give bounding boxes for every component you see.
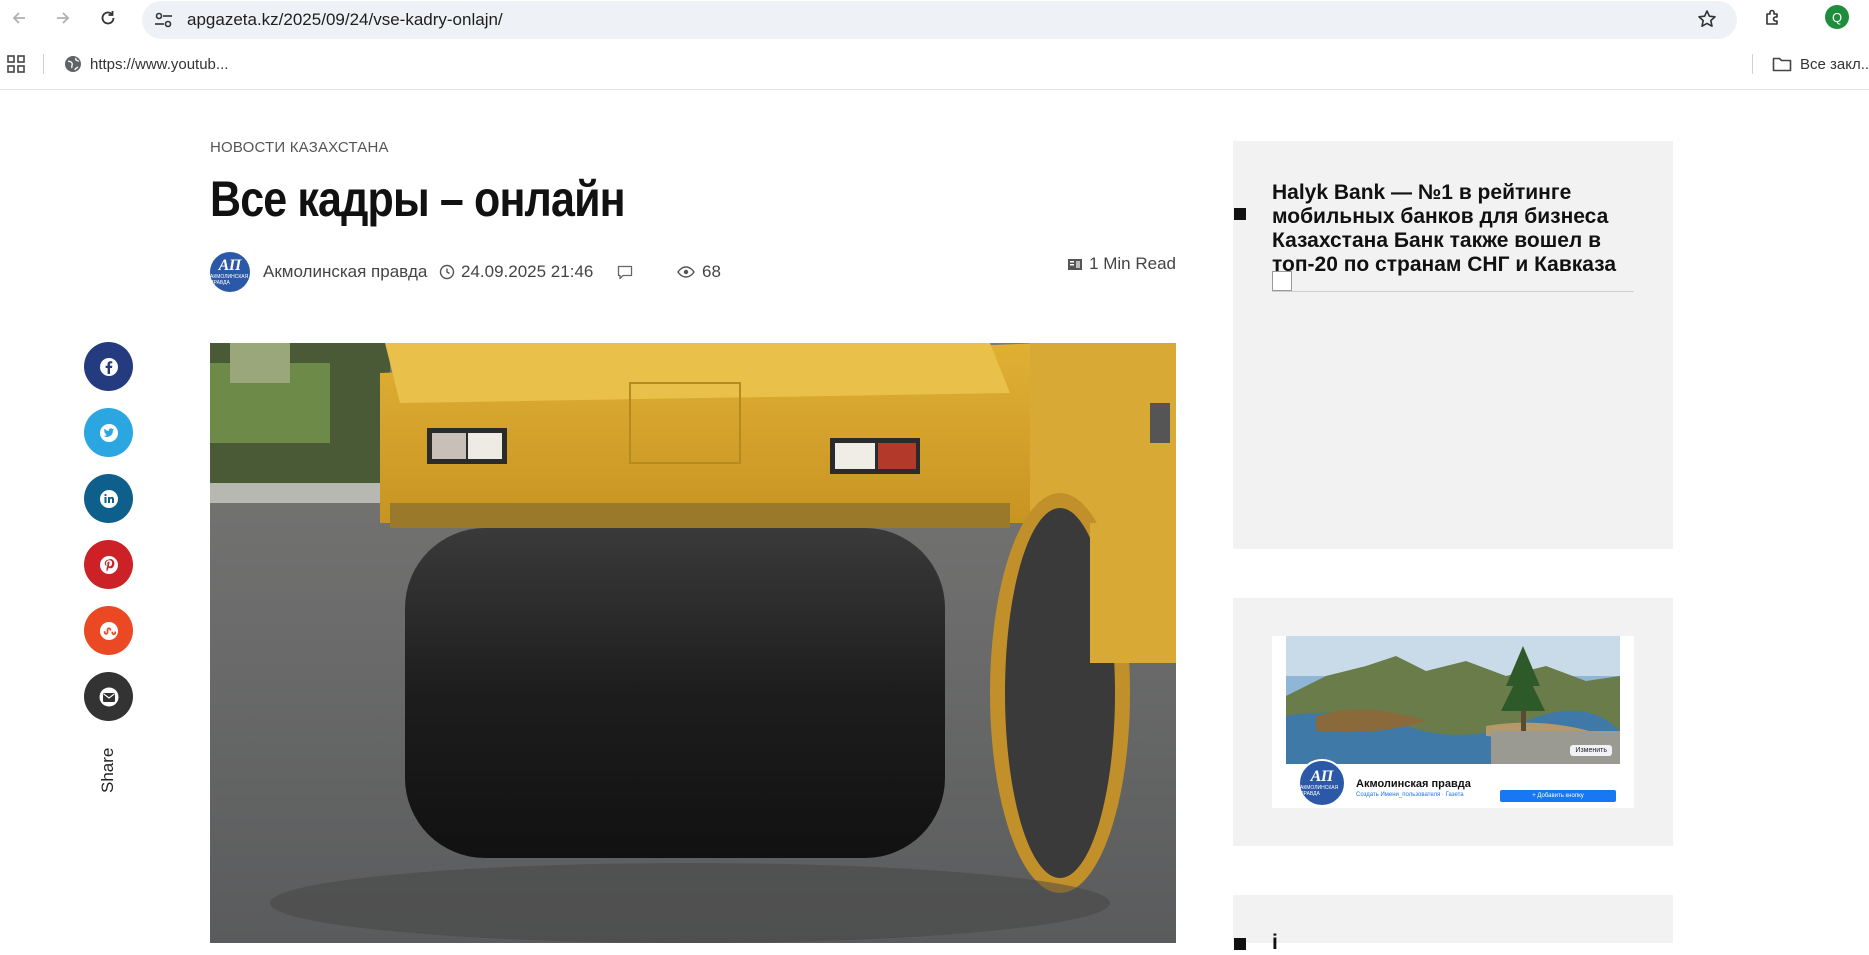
facebook-add-button[interactable]: + Добавить кнопку xyxy=(1500,790,1616,802)
facebook-edit-button[interactable]: Изменить xyxy=(1570,745,1612,756)
facebook-cover-photo: Изменить xyxy=(1286,636,1620,764)
widget-title-bullet xyxy=(1234,208,1246,220)
hero-image xyxy=(210,343,1176,943)
pinterest-icon xyxy=(99,555,118,574)
address-bar[interactable]: apgazeta.kz/2025/09/24/vse-kadry-onlajn/ xyxy=(142,1,1737,39)
author-avatar[interactable]: АП АКМОЛИНСКАЯ ПРАВДА xyxy=(210,252,250,292)
bookmark-folder-label: Все закл... xyxy=(1800,55,1869,73)
folder-icon xyxy=(1772,57,1792,72)
share-pinterest-button[interactable] xyxy=(84,540,133,589)
bookmark-label: https://www.youtub... xyxy=(90,55,229,73)
url-text[interactable]: apgazeta.kz/2025/09/24/vse-kadry-onlajn/ xyxy=(187,10,503,30)
broken-image-icon xyxy=(1272,271,1292,291)
read-time-text: 1 Min Read xyxy=(1089,254,1176,273)
bookmark-youtube[interactable]: https://www.youtub... xyxy=(64,52,228,76)
ad-image[interactable] xyxy=(1272,271,1634,292)
linkedin-icon xyxy=(99,489,118,508)
publish-date: 24.09.2025 21:46 xyxy=(439,262,593,282)
eye-icon xyxy=(677,266,695,278)
book-icon xyxy=(1068,258,1083,270)
category-link[interactable]: НОВОСТИ КАЗАХСТАНА xyxy=(210,139,389,156)
arrow-left-icon xyxy=(12,12,25,24)
back-button[interactable] xyxy=(5,4,33,32)
fb-avatar-caption: АКМОЛИНСКАЯ ПРАВДА xyxy=(1300,785,1339,797)
profile-avatar[interactable]: Q xyxy=(1825,5,1849,29)
share-email-button[interactable] xyxy=(84,672,133,721)
star-icon xyxy=(1698,10,1716,27)
views-text: 68 xyxy=(702,262,721,281)
lake-landscape-photo xyxy=(1286,636,1620,764)
comments-link[interactable] xyxy=(617,265,633,285)
road-roller-photo xyxy=(210,343,1176,943)
site-info-button[interactable] xyxy=(152,9,176,31)
reload-button[interactable] xyxy=(94,4,122,32)
forward-button[interactable] xyxy=(49,4,77,32)
author-name[interactable]: Акмолинская правда xyxy=(263,262,427,282)
read-time: 1 Min Read xyxy=(1067,254,1176,274)
share-linkedin-button[interactable] xyxy=(84,474,133,523)
facebook-icon xyxy=(99,357,118,376)
reload-icon xyxy=(101,11,115,25)
sidebar-widget-3 xyxy=(1233,895,1673,943)
arrow-right-icon xyxy=(57,12,70,24)
author-avatar-letters: АП xyxy=(218,257,242,274)
extensions-button[interactable] xyxy=(1759,4,1787,32)
apps-grid-icon[interactable] xyxy=(6,54,26,74)
puzzle-icon xyxy=(1766,9,1778,25)
facebook-page-name[interactable]: Акмолинская правда xyxy=(1356,778,1471,790)
all-bookmarks-folder[interactable]: Все закл... xyxy=(1772,52,1869,76)
ad-title-link[interactable]: Halyk Bank — №1 в рейтинге мобильных бан… xyxy=(1272,181,1642,277)
envelope-icon xyxy=(99,687,118,706)
article-meta: АП АКМОЛИНСКАЯ ПРАВДА Акмолинская правда… xyxy=(210,252,1176,294)
view-count: 68 xyxy=(677,262,721,282)
bookmark-divider xyxy=(1752,54,1753,74)
share-twitter-button[interactable] xyxy=(84,408,133,457)
clock-icon xyxy=(439,264,455,280)
browser-toolbar: apgazeta.kz/2025/09/24/vse-kadry-onlajn/… xyxy=(0,0,1869,39)
date-text: 24.09.2025 21:46 xyxy=(461,262,594,281)
share-label: Share xyxy=(98,747,117,793)
share-facebook-button[interactable] xyxy=(84,342,133,391)
fb-avatar-letters: АП xyxy=(1310,768,1334,785)
author-avatar-caption: АКМОЛИНСКАЯ ПРАВДА xyxy=(210,274,249,286)
widget-3-title: i xyxy=(1272,931,1278,954)
bookmarks-bar: https://www.youtub... Все закл... xyxy=(0,44,1869,90)
widget-title-bullet xyxy=(1234,938,1246,950)
stumbleupon-icon xyxy=(99,621,118,640)
bookmark-divider xyxy=(43,54,44,74)
bookmark-star-button[interactable] xyxy=(1697,9,1717,34)
facebook-page-subtitle: Создать Имени_пользователя · Газета xyxy=(1356,792,1464,798)
share-stumbleupon-button[interactable] xyxy=(84,606,133,655)
facebook-page-avatar: АП АКМОЛИНСКАЯ ПРАВДА xyxy=(1298,759,1346,807)
tune-icon xyxy=(155,12,172,28)
article-title: Все кадры – онлайн xyxy=(210,171,626,227)
facebook-page-card[interactable]: Изменить АП АКМОЛИНСКАЯ ПРАВДА Акмолинск… xyxy=(1272,636,1634,808)
comment-icon xyxy=(617,265,633,280)
twitter-icon xyxy=(99,423,118,442)
globe-icon xyxy=(65,56,81,72)
